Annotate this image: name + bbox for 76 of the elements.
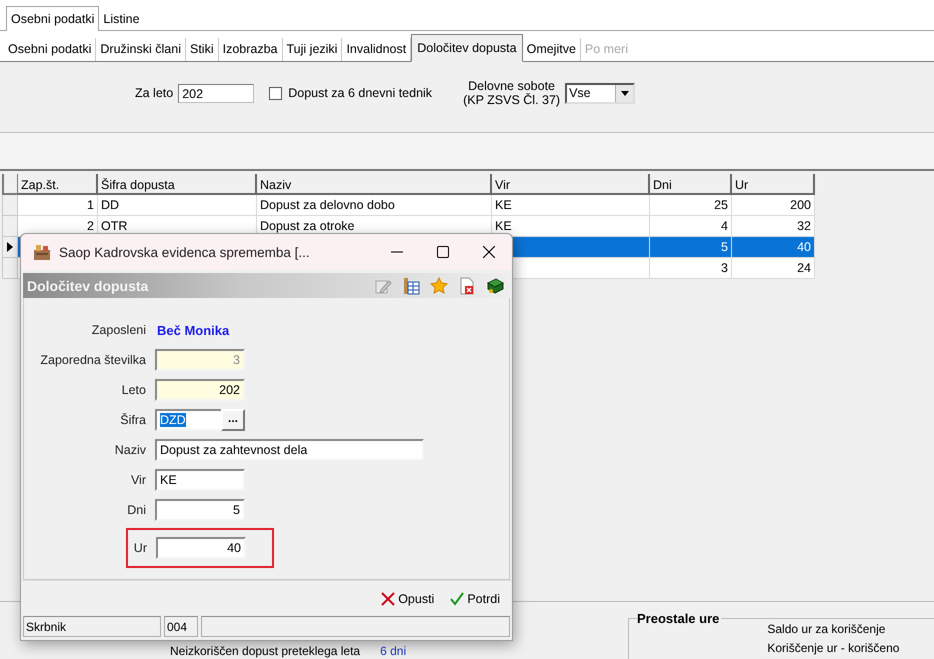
star-icon xyxy=(430,276,448,294)
summary-label: Saldo ur za koriščenje xyxy=(767,621,886,638)
field-label: Zaposleni xyxy=(90,323,147,337)
table-cell: Dopust za delovno dobo xyxy=(257,195,492,216)
tab[interactable]: Listine xyxy=(99,7,144,30)
table-cell: 5 xyxy=(650,237,732,258)
column-header[interactable]: Vir xyxy=(492,174,650,195)
cancel-button[interactable]: Opusti xyxy=(381,592,434,606)
tab[interactable]: Stiki xyxy=(186,38,219,61)
checkmark-icon xyxy=(450,592,464,606)
caret-icon xyxy=(620,90,629,96)
table-cell: 200 xyxy=(732,195,815,216)
table-cell: 1 xyxy=(18,195,98,216)
tab[interactable]: Osebni podatki xyxy=(4,38,96,61)
table-cell: 40 xyxy=(732,237,815,258)
table-icon xyxy=(402,276,420,294)
tab[interactable]: Določitev dopusta xyxy=(411,34,523,62)
saturdays-label: Delovne sobote xyxy=(468,79,556,93)
window-title: Saop Kadrovska evidenca sprememba [... xyxy=(59,244,310,260)
checkbox-label: Dopust za 6 dnevni tednik xyxy=(288,86,432,100)
column-header[interactable]: Zap.št. xyxy=(18,174,98,195)
current-row-icon xyxy=(7,242,13,252)
input-field[interactable]: 5 xyxy=(155,499,245,521)
field-label: Dni xyxy=(126,503,147,517)
group-title: Preostale ure xyxy=(637,611,722,626)
field-label: Vir xyxy=(130,473,147,487)
saturdays-label: (KP ZSVS Čl. 37) xyxy=(463,93,560,107)
browse-button[interactable]: ... xyxy=(221,409,245,431)
tab[interactable]: Družinski člani xyxy=(96,38,186,61)
maximize-icon xyxy=(437,246,449,258)
table-cell: KE xyxy=(492,195,650,216)
status-code: 004 xyxy=(164,616,198,637)
field-label: Ur xyxy=(132,541,148,555)
table-cell: 24 xyxy=(732,258,815,279)
column-header[interactable]: Ur xyxy=(732,174,815,195)
unused-leave-value: 6 dni xyxy=(380,644,406,658)
tab[interactable]: Izobrazba xyxy=(218,38,283,61)
field-label: Šifra xyxy=(119,413,147,427)
checkbox[interactable] xyxy=(269,86,282,100)
input-field[interactable]: DZD xyxy=(155,409,221,431)
column-header[interactable]: Dni xyxy=(650,174,732,195)
form-title: Določitev dopusta xyxy=(27,278,148,294)
table-cell: 4 xyxy=(650,216,732,237)
input-field[interactable]: 40 xyxy=(156,537,246,559)
column-header[interactable]: Naziv xyxy=(257,174,492,195)
column-header[interactable]: Šifra dopusta xyxy=(98,174,257,195)
tab[interactable]: Omejitve xyxy=(522,38,581,61)
employee-name: Beč Monika xyxy=(156,322,230,338)
table-cell: KE xyxy=(492,216,650,237)
input-field[interactable]: Dopust za zahtevnost dela xyxy=(155,439,424,461)
year-field[interactable]: 202 xyxy=(178,84,254,102)
book-icon xyxy=(486,276,504,294)
table-cell: 3 xyxy=(650,258,732,279)
tab[interactable]: Tuji jeziki xyxy=(282,38,342,61)
summary-label: Koriščenje ur - koriščeno xyxy=(767,640,900,657)
unused-leave-label: Neizkoriščen dopust preteklega leta xyxy=(170,644,360,658)
table-cell: 25 xyxy=(650,195,732,216)
tab[interactable]: Osebni podatki xyxy=(6,6,100,31)
confirm-button[interactable]: Potrdi xyxy=(450,592,500,606)
cross-icon xyxy=(381,592,396,606)
input-field: 3 xyxy=(155,349,245,371)
saturdays-dropdown[interactable]: Vse xyxy=(565,82,636,104)
delete-document-icon xyxy=(458,276,476,294)
field-label: Naziv xyxy=(114,443,147,457)
year-label: Za leto xyxy=(135,86,174,100)
table-cell: 32 xyxy=(732,216,815,237)
close-icon xyxy=(483,246,495,258)
field-label: Leto xyxy=(120,383,147,397)
status-user: Skrbnik xyxy=(23,616,161,637)
row-header xyxy=(2,174,18,195)
input-field[interactable]: 202 xyxy=(155,379,245,401)
table-cell: DD xyxy=(98,195,257,216)
field-label: Zaporedna številka xyxy=(39,353,147,367)
input-field[interactable]: KE xyxy=(155,469,245,491)
app-icon xyxy=(33,243,51,261)
star-button[interactable] xyxy=(428,274,450,296)
